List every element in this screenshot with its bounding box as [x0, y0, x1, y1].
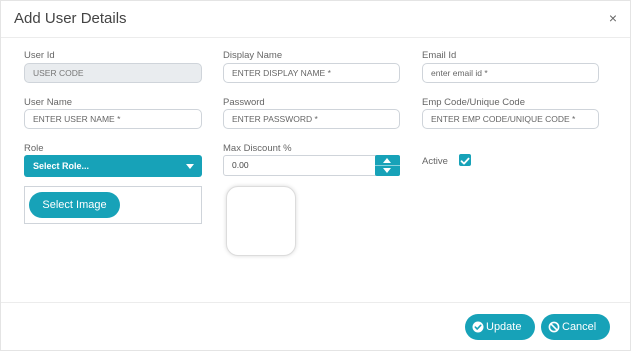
max-discount-label: Max Discount % [223, 143, 292, 154]
cancel-label: Cancel [562, 321, 597, 333]
max-discount-input[interactable]: 0.00 [223, 155, 376, 176]
spin-down-icon[interactable] [383, 168, 391, 173]
spin-up-icon[interactable] [383, 158, 391, 163]
update-button[interactable]: Update [465, 314, 535, 340]
checkmark-icon [472, 321, 484, 333]
image-upload-box: Select Image [24, 186, 202, 224]
add-user-dialog: Add User Details × User Id USER CODE Dis… [0, 0, 631, 351]
role-selected-value: Select Role... [33, 161, 90, 171]
image-preview [226, 186, 296, 256]
dialog-footer-divider [1, 302, 630, 303]
select-image-button[interactable]: Select Image [29, 192, 120, 218]
emp-code-label: Emp Code/Unique Code [422, 97, 525, 108]
ban-icon [548, 321, 560, 333]
discount-stepper[interactable] [375, 155, 400, 176]
user-name-label: User Name [24, 97, 73, 108]
email-id-input[interactable]: enter email id * [422, 63, 599, 83]
user-name-input[interactable]: ENTER USER NAME * [24, 109, 202, 129]
password-input[interactable]: ENTER PASSWORD * [223, 109, 400, 129]
role-select[interactable]: Select Role... [24, 155, 202, 177]
dialog-title: Add User Details [14, 10, 127, 27]
active-label: Active [422, 156, 448, 167]
chevron-down-icon [186, 164, 194, 169]
cancel-button[interactable]: Cancel [541, 314, 610, 340]
dialog-header: Add User Details × [1, 1, 630, 38]
user-id-label: User Id [24, 50, 55, 61]
close-icon[interactable]: × [609, 10, 617, 26]
display-name-input[interactable]: ENTER DISPLAY NAME * [223, 63, 400, 83]
role-label: Role [24, 143, 44, 154]
checkmark-icon [460, 157, 470, 165]
password-label: Password [223, 97, 265, 108]
display-name-label: Display Name [223, 50, 283, 61]
stepper-divider [375, 165, 400, 166]
emp-code-input[interactable]: ENTER EMP CODE/UNIQUE CODE * [422, 109, 599, 129]
user-id-field: USER CODE [24, 63, 202, 83]
active-checkbox[interactable] [459, 154, 471, 166]
update-label: Update [486, 321, 522, 333]
email-id-label: Email Id [422, 50, 457, 61]
